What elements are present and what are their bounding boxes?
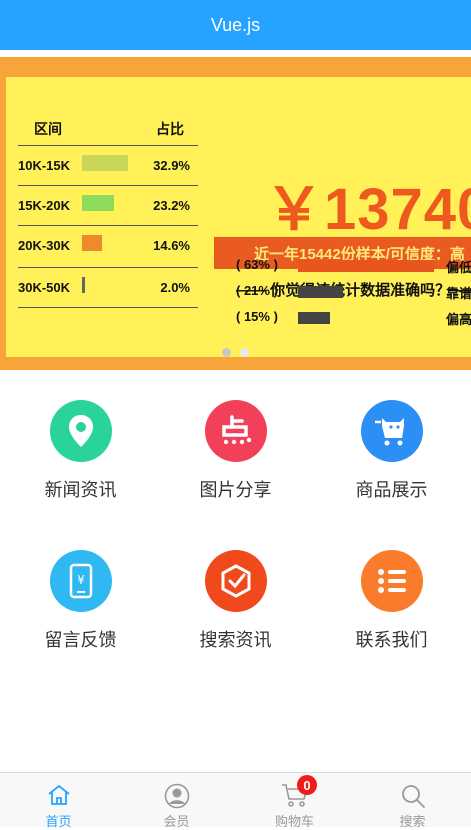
tab-label: 购物车	[274, 814, 314, 829]
poll-bar	[298, 260, 434, 272]
phone-yen-icon: ¥	[49, 550, 112, 612]
svg-text:¥: ¥	[77, 573, 85, 587]
list-icon	[360, 550, 423, 612]
poll-percent: ( 63% )	[236, 257, 278, 272]
cart-count-badge: 0	[297, 775, 317, 795]
poll-option: 偏低	[446, 260, 471, 275]
app-header: Vue.js	[0, 0, 471, 50]
carousel-dot-active[interactable]	[222, 348, 231, 357]
shopping-cart-cat-icon	[360, 400, 423, 462]
check-shield-icon	[204, 550, 267, 612]
poll-percent: ( 15% )	[236, 309, 278, 324]
poll-bar	[298, 312, 331, 324]
poll-option: 偏高	[446, 312, 471, 327]
table-header-share: 占比	[156, 121, 184, 137]
table-row: 10K-15K 32.9%	[18, 145, 198, 186]
grid-item-label: 联系我们	[355, 630, 428, 650]
row-bar	[82, 195, 115, 211]
row-percent: 23.2%	[153, 198, 190, 213]
grid-item-label: 图片分享	[199, 480, 272, 500]
tab-cart[interactable]: 购物车	[236, 773, 353, 829]
row-bar	[82, 277, 85, 293]
table-row: 15K-20K 23.2%	[18, 185, 198, 226]
grid-item-photos[interactable]: 图片分享	[157, 400, 314, 502]
tab-label: 会员	[163, 814, 190, 829]
grid-item-label: 留言反馈	[44, 630, 117, 650]
table-header-range: 区间	[34, 121, 62, 137]
row-range: 20K-30K	[18, 238, 71, 253]
page-title: Vue.js	[210, 14, 261, 35]
user-icon	[164, 783, 190, 809]
row-percent: 32.9%	[153, 158, 190, 173]
grid-item-feedback[interactable]: ¥ 留言反馈	[2, 550, 159, 652]
poll-option: 靠谱	[446, 286, 471, 301]
tab-label: 首页	[45, 814, 72, 829]
tab-home[interactable]: 首页	[0, 773, 117, 829]
grid-item-search[interactable]: 搜索资讯	[157, 550, 314, 652]
row-percent: 2.0%	[160, 280, 190, 295]
table-row: 20K-30K 14.6%	[18, 225, 198, 266]
grid-item-contact[interactable]: 联系我们	[313, 550, 470, 652]
grid-item-products[interactable]: 商品展示	[313, 400, 470, 502]
tab-bar: 首页 会员 购物车 搜索	[0, 772, 471, 829]
home-icon	[48, 784, 70, 805]
grid-item-label: 商品展示	[355, 480, 428, 500]
grid-item-label: 新闻资讯	[44, 480, 117, 500]
carousel-dot[interactable]	[240, 348, 249, 357]
tab-member[interactable]: 会员	[118, 773, 235, 829]
row-range: 10K-15K	[18, 158, 71, 173]
row-bar	[82, 155, 128, 171]
tab-search[interactable]: 搜索	[354, 773, 471, 829]
row-percent: 14.6%	[153, 238, 190, 253]
tab-label: 搜索	[399, 814, 426, 829]
location-pin-icon	[49, 400, 112, 462]
table-row: 30K-50K 2.0%	[18, 267, 198, 308]
search-icon	[402, 785, 425, 808]
row-range: 15K-20K	[18, 198, 71, 213]
row-bar	[82, 235, 103, 251]
grid-item-news[interactable]: 新闻资讯	[2, 400, 159, 502]
poll-bar	[298, 286, 344, 298]
grid-item-label: 搜索资讯	[199, 630, 272, 650]
table-bottom-rule	[18, 307, 198, 308]
poll-percent: ( 21% )	[236, 283, 278, 298]
row-range: 30K-50K	[18, 280, 71, 295]
carousel-banner[interactable]: 区间 占比 10K-15K 32.9% 15K-20K 23.2% 20K-30…	[0, 57, 471, 370]
average-salary: ￥13740	[265, 177, 471, 242]
dianping-icon	[204, 400, 267, 462]
